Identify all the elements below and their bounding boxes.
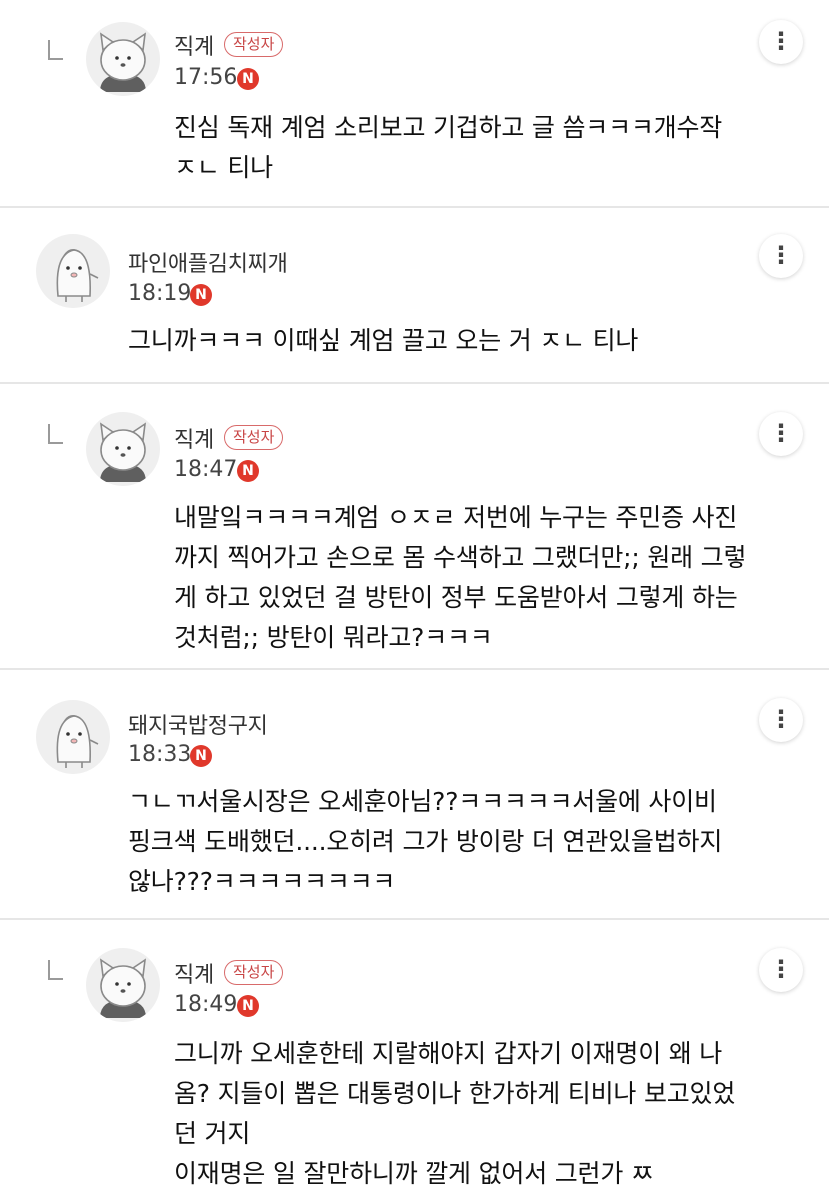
more-vertical-icon: ⋮ — [769, 419, 793, 447]
more-vertical-icon: ⋮ — [769, 27, 793, 55]
more-options-button[interactable]: ⋮ — [759, 948, 803, 992]
comment-text: 내말잌ㅋㅋㅋㅋ계엄 ㅇㅈㄹ 저번에 누구는 주민증 사진 까지 찍어가고 손으로… — [174, 503, 747, 652]
reply-indicator-icon — [48, 40, 63, 60]
reply-indicator-icon — [48, 960, 63, 980]
more-options-button[interactable]: ⋮ — [759, 412, 803, 456]
new-badge-icon: N — [190, 745, 212, 767]
comment-text: 그니까ㅋㅋㅋ 이때싶 계엄 끌고 오는 거 ㅈㄴ 티나 — [128, 326, 639, 355]
comment-item: 직계 작성자 18:47 N ⋮ 내말잌ㅋㅋㅋㅋ계엄 ㅇㅈㄹ 저번에 누구는 주… — [0, 384, 829, 670]
new-badge-icon: N — [237, 995, 259, 1017]
comment-item: 직계 작성자 18:49 N ⋮ 그니까 오세훈한테 지랄해야지 갑자기 이재명… — [0, 920, 829, 1202]
more-options-button[interactable]: ⋮ — [759, 698, 803, 742]
comment-time: 17:56 — [174, 65, 238, 90]
more-options-button[interactable]: ⋮ — [759, 234, 803, 278]
comment-item: 돼지국밥정구지 18:33 N ⋮ ㄱㄴㄲ서울시장은 오세훈아님??ㅋㅋㅋㅋㅋ서… — [0, 670, 829, 920]
comment-author[interactable]: 직계 — [174, 957, 214, 989]
comment-text: ㄱㄴㄲ서울시장은 오세훈아님??ㅋㅋㅋㅋㅋ서울에 사이비 핑크색 도배했던...… — [128, 787, 723, 896]
comment-item: 직계 작성자 17:56 N ⋮ 진심 독재 계엄 소리보고 기겁하고 글 씀ㅋ… — [0, 0, 829, 208]
reply-indicator-icon — [48, 424, 63, 444]
more-options-button[interactable]: ⋮ — [759, 20, 803, 64]
cat-avatar-icon[interactable] — [86, 22, 160, 96]
cat-avatar-icon[interactable] — [86, 948, 160, 1022]
comment-author[interactable]: 돼지국밥정구지 — [128, 708, 268, 740]
comment-time: 18:47 — [174, 457, 238, 482]
pig-avatar-icon[interactable] — [36, 700, 110, 774]
new-badge-icon: N — [237, 460, 259, 482]
comment-author[interactable]: 직계 — [174, 29, 214, 61]
more-vertical-icon: ⋮ — [769, 955, 793, 983]
comment-text: 진심 독재 계엄 소리보고 기겁하고 글 씀ㅋㅋㅋ개수작 ㅈㄴ 티나 — [174, 113, 723, 182]
more-vertical-icon: ⋮ — [769, 705, 793, 733]
more-vertical-icon: ⋮ — [769, 241, 793, 269]
author-badge: 작성자 — [224, 32, 284, 57]
comment-author[interactable]: 파인애플김치찌개 — [128, 246, 288, 278]
comment-time: 18:19 — [128, 281, 192, 306]
comment-item: 파인애플김치찌개 18:19 N ⋮ 그니까ㅋㅋㅋ 이때싶 계엄 끌고 오는 거… — [0, 208, 829, 384]
comment-author[interactable]: 직계 — [174, 422, 214, 454]
new-badge-icon: N — [190, 284, 212, 306]
cat-avatar-icon[interactable] — [86, 412, 160, 486]
comment-text: 그니까 오세훈한테 지랄해야지 갑자기 이재명이 왜 나 옴? 지들이 뽑은 대… — [174, 1039, 736, 1188]
comment-time: 18:33 — [128, 742, 192, 767]
pig-avatar-icon[interactable] — [36, 234, 110, 308]
author-badge: 작성자 — [224, 425, 284, 450]
comment-time: 18:49 — [174, 992, 238, 1017]
author-badge: 작성자 — [224, 960, 284, 985]
new-badge-icon: N — [237, 68, 259, 90]
